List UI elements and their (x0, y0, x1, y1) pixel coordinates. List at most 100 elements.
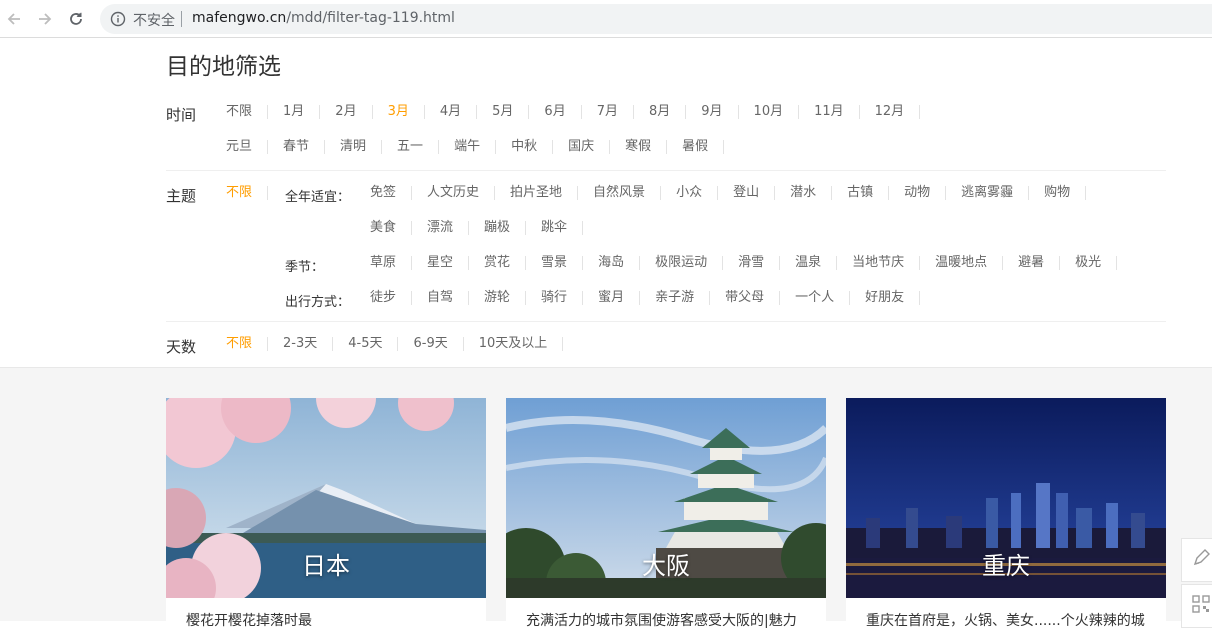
theme-unlimited-option[interactable]: 不限 (211, 186, 269, 200)
month-option[interactable]: 2月 (320, 105, 373, 119)
theme-option[interactable]: 登山 (718, 186, 776, 200)
season-option[interactable]: 避暑 (1003, 256, 1061, 270)
theme-option[interactable]: 漂流 (412, 221, 470, 235)
season-option[interactable]: 海岛 (583, 256, 641, 270)
card-description: 樱花开樱花掉落时最 (186, 613, 312, 628)
travel-option[interactable]: 游轮 (469, 291, 527, 305)
days-option[interactable]: 10天及以上 (464, 337, 564, 351)
season-option[interactable]: 温暖地点 (920, 256, 1004, 270)
travel-option[interactable]: 亲子游 (640, 291, 711, 305)
season-option[interactable]: 当地节庆 (837, 256, 921, 270)
holiday-option[interactable]: 中秋 (496, 140, 554, 154)
travel-option[interactable]: 带父母 (710, 291, 781, 305)
season-option[interactable]: 草原 (355, 256, 413, 270)
days-option[interactable]: 6-9天 (398, 337, 464, 351)
days-options: 不限 2-3天 4-5天 6-9天 10天及以上 (211, 337, 564, 351)
all-year-options-2: 美食 漂流 蹦极 跳伞 (355, 221, 584, 235)
month-option[interactable]: 4月 (425, 105, 478, 119)
destination-card-japan[interactable]: 日本 樱花开樱花掉落时最 (166, 398, 486, 628)
card-title: 日本 (302, 552, 350, 580)
card-description: 充满活力的城市氛围使游客感受大阪的|魅力 (526, 613, 797, 628)
season-option[interactable]: 滑雪 (723, 256, 781, 270)
theme-option[interactable]: 蹦极 (469, 221, 527, 235)
time-holiday-options: 元旦 春节 清明 五一 端午 中秋 国庆 寒假 暑假 (211, 140, 725, 154)
holiday-option[interactable]: 春节 (268, 140, 326, 154)
season-option[interactable]: 赏花 (469, 256, 527, 270)
theme-option[interactable]: 拍片圣地 (495, 186, 579, 200)
time-month-options: 不限 1月 2月 3月 4月 5月 6月 7月 8月 9月 10月 11月 12月 (211, 105, 921, 119)
theme-option[interactable]: 自然风景 (578, 186, 662, 200)
page-title: 目的地筛选 (166, 54, 281, 80)
card-title: 重庆 (982, 552, 1030, 580)
season-option[interactable]: 极光 (1060, 256, 1118, 270)
destination-list: 日本 樱花开樱花掉落时最 大阪 充满活力的城市氛围使游客感受大阪的|魅力 重庆 … (0, 368, 1212, 628)
month-option[interactable]: 12月 (860, 105, 921, 119)
holiday-option[interactable]: 元旦 (211, 140, 269, 154)
theme-option[interactable]: 逃离雾霾 (946, 186, 1030, 200)
month-option[interactable]: 不限 (211, 105, 269, 119)
theme-option[interactable]: 美食 (355, 221, 413, 235)
theme-option[interactable]: 购物 (1029, 186, 1087, 200)
days-label: 天数 (166, 338, 197, 356)
qrcode-icon (1191, 594, 1211, 618)
url-path: /mdd/filter-tag-119.html (286, 10, 455, 26)
travel-option[interactable]: 蜜月 (583, 291, 641, 305)
destination-filter: 目的地筛选 时间 不限 1月 2月 3月 4月 5月 6月 7月 8月 9月 10月 11月 12月 元… (0, 38, 1212, 368)
season-option[interactable]: 极限运动 (640, 256, 724, 270)
qrcode-button[interactable] (1181, 584, 1212, 628)
feedback-button[interactable] (1181, 538, 1212, 582)
holiday-option[interactable]: 国庆 (553, 140, 611, 154)
month-option[interactable]: 5月 (477, 105, 530, 119)
month-option[interactable]: 8月 (634, 105, 687, 119)
month-option[interactable]: 3月 (373, 105, 425, 119)
holiday-option[interactable]: 寒假 (610, 140, 668, 154)
address-bar[interactable]: 不安全 mafengwo.cn/mdd/filter-tag-119.html (100, 4, 1212, 34)
url-domain: mafengwo.cn (192, 10, 287, 26)
month-option[interactable]: 6月 (529, 105, 582, 119)
travel-option[interactable]: 自驾 (412, 291, 470, 305)
holiday-option[interactable]: 暑假 (667, 140, 725, 154)
card-title: 大阪 (642, 552, 690, 580)
theme-option[interactable]: 古镇 (832, 186, 890, 200)
month-option[interactable]: 10月 (739, 105, 800, 119)
travel-option[interactable]: 一个人 (780, 291, 851, 305)
theme-option[interactable]: 人文历史 (412, 186, 496, 200)
holiday-option[interactable]: 五一 (382, 140, 440, 154)
destination-card-osaka[interactable]: 大阪 充满活力的城市氛围使游客感受大阪的|魅力 (506, 398, 826, 628)
insecure-label: 不安全 (133, 13, 175, 29)
holiday-option[interactable]: 清明 (325, 140, 383, 154)
osaka-image: 大阪 (506, 398, 826, 598)
month-option[interactable]: 11月 (799, 105, 860, 119)
month-option[interactable]: 1月 (268, 105, 321, 119)
back-icon[interactable] (4, 9, 24, 29)
month-option[interactable]: 7月 (582, 105, 634, 119)
forward-icon[interactable] (35, 9, 55, 29)
divider (166, 321, 1166, 322)
days-option[interactable]: 4-5天 (333, 337, 399, 351)
travel-options: 徒步 自驾 游轮 骑行 蜜月 亲子游 带父母 一个人 好朋友 (355, 291, 921, 305)
divider (166, 170, 1166, 171)
month-option[interactable]: 9月 (686, 105, 739, 119)
theme-option[interactable]: 动物 (889, 186, 947, 200)
season-option[interactable]: 温泉 (780, 256, 838, 270)
destination-card-chongqing[interactable]: 重庆 重庆在首府是，火锅、美女......个火辣辣的城 (846, 398, 1166, 628)
theme-option[interactable]: 小众 (661, 186, 719, 200)
travel-option[interactable]: 好朋友 (850, 291, 921, 305)
days-option[interactable]: 不限 (211, 337, 269, 351)
days-option[interactable]: 2-3天 (268, 337, 334, 351)
travel-option[interactable]: 骑行 (526, 291, 584, 305)
travel-option[interactable]: 徒步 (355, 291, 413, 305)
theme-unlimited-group: 不限 (211, 186, 269, 200)
season-option[interactable]: 星空 (412, 256, 470, 270)
season-option[interactable]: 雪景 (526, 256, 584, 270)
theme-label: 主题 (166, 187, 197, 205)
theme-option[interactable]: 跳伞 (526, 221, 584, 235)
theme-option[interactable]: 潜水 (775, 186, 833, 200)
info-icon[interactable] (110, 11, 126, 31)
reload-icon[interactable] (66, 9, 86, 29)
theme-option[interactable]: 免签 (355, 186, 413, 200)
holiday-option[interactable]: 端午 (439, 140, 497, 154)
season-label: 季节： (285, 260, 325, 275)
omnibox-separator (181, 11, 182, 27)
url-text[interactable]: mafengwo.cn/mdd/filter-tag-119.html (192, 10, 455, 26)
